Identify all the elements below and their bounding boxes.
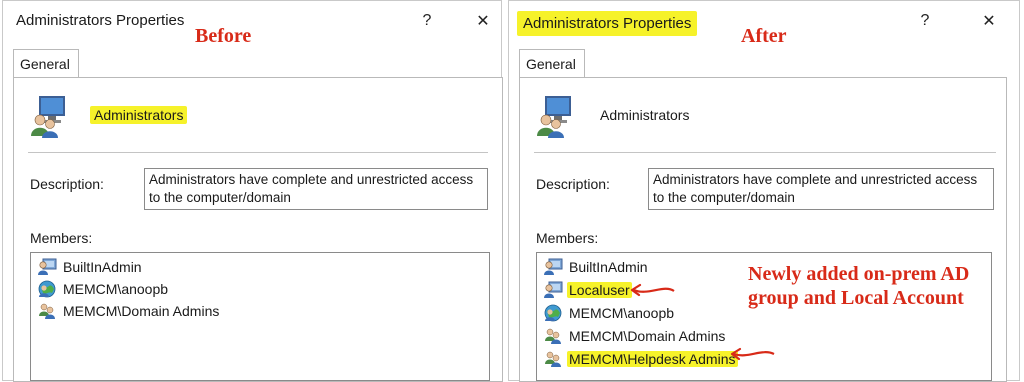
arrow-localuser-icon xyxy=(630,283,675,297)
member-anoopb[interactable]: MEMCM\anoopb xyxy=(37,279,170,299)
member-helpdesk-admins[interactable]: MEMCM\Helpdesk Admins xyxy=(543,349,738,369)
close-button[interactable]: ✕ xyxy=(469,9,497,33)
tab-general[interactable]: General xyxy=(13,49,79,77)
member-builtinadmin[interactable]: BuiltInAdmin xyxy=(543,257,650,277)
member-name: MEMCM\Domain Admins xyxy=(569,328,726,344)
title-bar[interactable]: Administrators Properties ? ✕ xyxy=(3,1,501,41)
tab-general[interactable]: General xyxy=(519,49,585,77)
group-icon xyxy=(536,94,574,138)
member-domain-admins[interactable]: MEMCM\Domain Admins xyxy=(543,326,727,346)
members-label: Members: xyxy=(30,230,93,246)
domain-group-icon xyxy=(543,350,563,368)
domain-group-icon xyxy=(37,302,57,320)
separator xyxy=(28,152,488,153)
members-list[interactable]: BuiltInAdmin MEMCM\anoopb MEMCM\Domain A… xyxy=(30,252,490,381)
member-localuser[interactable]: Localuser xyxy=(543,280,632,300)
close-button[interactable]: ✕ xyxy=(975,9,1003,33)
domain-group-icon xyxy=(543,327,563,345)
general-panel: Administrators Description: Administrato… xyxy=(13,77,503,382)
dialog-after: Administrators Properties ? ✕ After Gene… xyxy=(508,0,1020,382)
arrow-helpdesk-icon xyxy=(730,347,775,361)
help-button[interactable]: ? xyxy=(911,9,939,33)
member-name: BuiltInAdmin xyxy=(63,259,142,275)
member-domain-admins[interactable]: MEMCM\Domain Admins xyxy=(37,301,221,321)
after-label: After xyxy=(741,25,787,47)
description-label: Description: xyxy=(536,176,610,192)
member-name: MEMCM\anoopb xyxy=(63,281,169,297)
group-icon xyxy=(30,94,68,138)
description-field[interactable]: Administrators have complete and unrestr… xyxy=(648,168,994,210)
members-label: Members: xyxy=(536,230,599,246)
user-icon xyxy=(543,258,563,276)
member-name: MEMCM\anoopb xyxy=(569,305,675,321)
member-builtinadmin[interactable]: BuiltInAdmin xyxy=(37,257,144,277)
member-name: MEMCM\Helpdesk Admins xyxy=(567,351,738,367)
domain-user-icon xyxy=(37,280,57,298)
before-label: Before xyxy=(195,25,252,47)
dialog-before: Administrators Properties ? ✕ Before Gen… xyxy=(2,0,503,382)
member-name: MEMCM\Domain Admins xyxy=(63,303,220,319)
domain-user-icon xyxy=(543,304,563,322)
general-panel: Administrators Description: Administrato… xyxy=(519,77,1007,382)
window-title: Administrators Properties xyxy=(517,11,698,36)
window-title: Administrators Properties xyxy=(16,12,185,29)
help-button[interactable]: ? xyxy=(413,9,441,33)
annotation-text: Newly added on-prem AD group and Local A… xyxy=(748,263,970,309)
description-field[interactable]: Administrators have complete and unrestr… xyxy=(144,168,488,210)
member-name: Localuser xyxy=(567,282,632,298)
group-name: Administrators xyxy=(90,106,188,124)
user-icon xyxy=(543,281,563,299)
description-label: Description: xyxy=(30,176,104,192)
separator xyxy=(534,152,996,153)
user-icon xyxy=(37,258,57,276)
group-name: Administrators xyxy=(600,107,690,123)
member-name: BuiltInAdmin xyxy=(569,259,648,275)
member-anoopb[interactable]: MEMCM\anoopb xyxy=(543,303,676,323)
